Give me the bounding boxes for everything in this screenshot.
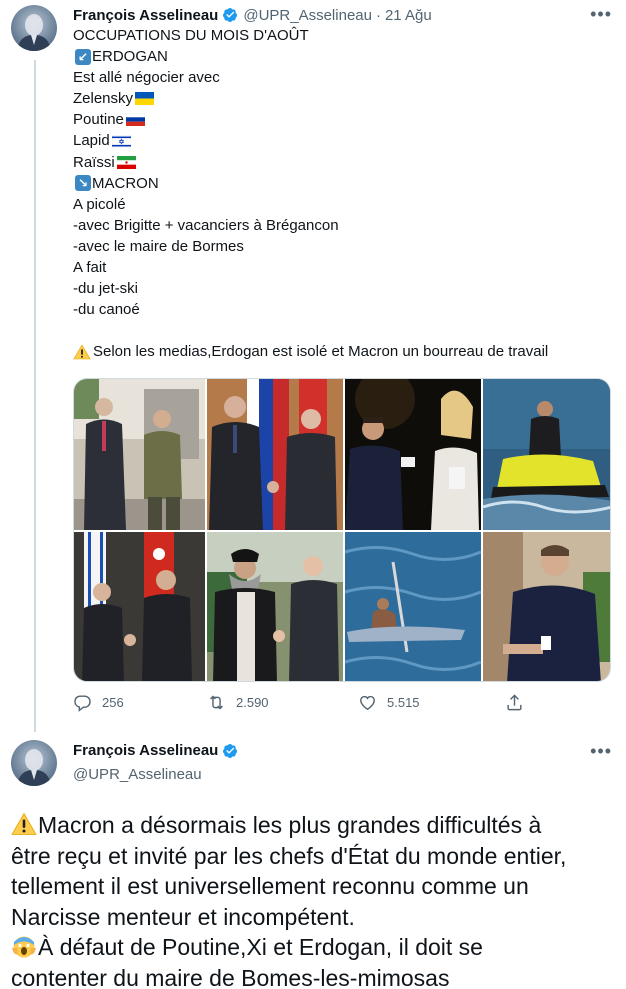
verified-badge-icon	[223, 743, 238, 758]
arrow-down-right-icon: ↘	[75, 175, 91, 192]
author-name[interactable]: François Asselineau	[73, 7, 218, 24]
tweet-line: MACRON	[92, 174, 159, 192]
tweet-text: Macron a désormais les plus grandes diff…	[11, 810, 616, 989]
tweet-line: tellement il est universellement reconnu…	[11, 873, 529, 899]
verified-badge-icon	[223, 8, 238, 22]
reply-count: 256	[102, 695, 124, 710]
reply-icon	[74, 695, 91, 712]
tweet-line: À défaut de Poutine,Xi et Erdogan, il do…	[38, 934, 483, 960]
tweet-actions: 256 2.590 5.515	[73, 693, 533, 717]
tweet-line: Narcisse menteur et incompétent.	[11, 903, 355, 930]
retweet-icon	[210, 695, 223, 710]
retweet-button[interactable]: 2.590	[207, 693, 269, 712]
tweet-line: Macron a désormais les plus grandes diff…	[38, 812, 542, 838]
iran-flag-icon	[116, 155, 136, 169]
retweet-count: 2.590	[236, 695, 269, 710]
media-grid[interactable]	[73, 378, 611, 682]
tweet-line: A fait	[73, 259, 107, 277]
avatar[interactable]	[11, 740, 57, 786]
reply-button[interactable]: 256	[73, 693, 124, 712]
tweet-text: OCCUPATIONS DU MOIS D'AOÛT ↙ ERDOGAN Est …	[73, 25, 613, 363]
tweet-line: -du jet-ski	[73, 280, 139, 298]
photo-erdogan-poutine[interactable]	[207, 379, 343, 530]
israel-flag-icon	[111, 134, 131, 148]
photo-macron-toast[interactable]	[345, 379, 481, 530]
tweet-line: Selon les medias,Erdogan est isolé et Ma…	[93, 343, 549, 361]
russia-flag-icon	[125, 113, 145, 127]
tweet-line: contenter du maire de Bomes-les-mimosas	[11, 964, 450, 989]
avatar[interactable]	[11, 5, 57, 51]
more-horizontal-icon[interactable]: •••	[590, 741, 612, 762]
photo-raissi-poutine[interactable]	[207, 532, 343, 681]
tweet-date[interactable]: 21 Ağu	[385, 7, 432, 24]
tweet-line: Poutine	[73, 111, 124, 129]
warning-icon	[11, 812, 37, 835]
tweet-line: Est allé négocier avec	[73, 69, 220, 87]
share-icon	[507, 694, 522, 711]
author-handle[interactable]: @UPR_Asselineau	[73, 766, 202, 783]
tweet-line: -du canoé	[73, 301, 140, 319]
author-name[interactable]: François Asselineau	[73, 742, 218, 759]
tweet-line: -avec le maire de Bormes	[73, 237, 244, 255]
separator: ·	[375, 6, 381, 24]
like-button[interactable]: 5.515	[358, 693, 420, 712]
photo-jet-ski[interactable]	[483, 379, 610, 530]
author-handle[interactable]: @UPR_Asselineau	[243, 7, 372, 24]
heart-icon	[360, 695, 375, 711]
tweet-line: -avec Brigitte + vacanciers à Brégancon	[73, 216, 339, 234]
screaming-face-icon	[12, 936, 36, 958]
tweet-line: OCCUPATIONS DU MOIS D'AOÛT	[73, 27, 309, 44]
thread-line	[34, 60, 36, 732]
tweet-header: François Asselineau @UPR_Asselineau · 21…	[73, 4, 612, 26]
tweet-line: ERDOGAN	[92, 48, 168, 66]
photo-canoe[interactable]	[345, 532, 481, 681]
tweet-line: Raïssi	[73, 153, 115, 171]
ukraine-flag-icon	[135, 92, 155, 106]
photo-macron-polo[interactable]	[483, 532, 610, 681]
more-horizontal-icon[interactable]: •••	[590, 4, 612, 25]
tweet-line: être reçu et invité par les chefs d'État…	[11, 842, 567, 869]
like-count: 5.515	[387, 695, 420, 710]
photo-erdogan-israel[interactable]	[74, 532, 205, 681]
tweet-line: Lapid	[73, 132, 110, 150]
share-button[interactable]	[505, 693, 534, 712]
tweet-line: A picolé	[73, 195, 126, 213]
arrow-down-left-icon: ↙	[75, 48, 91, 65]
tweet-header: François Asselineau	[73, 742, 243, 759]
warning-icon	[73, 344, 91, 360]
tweet-line: Zelensky	[73, 90, 134, 108]
photo-erdogan-zelensky[interactable]	[74, 379, 205, 530]
